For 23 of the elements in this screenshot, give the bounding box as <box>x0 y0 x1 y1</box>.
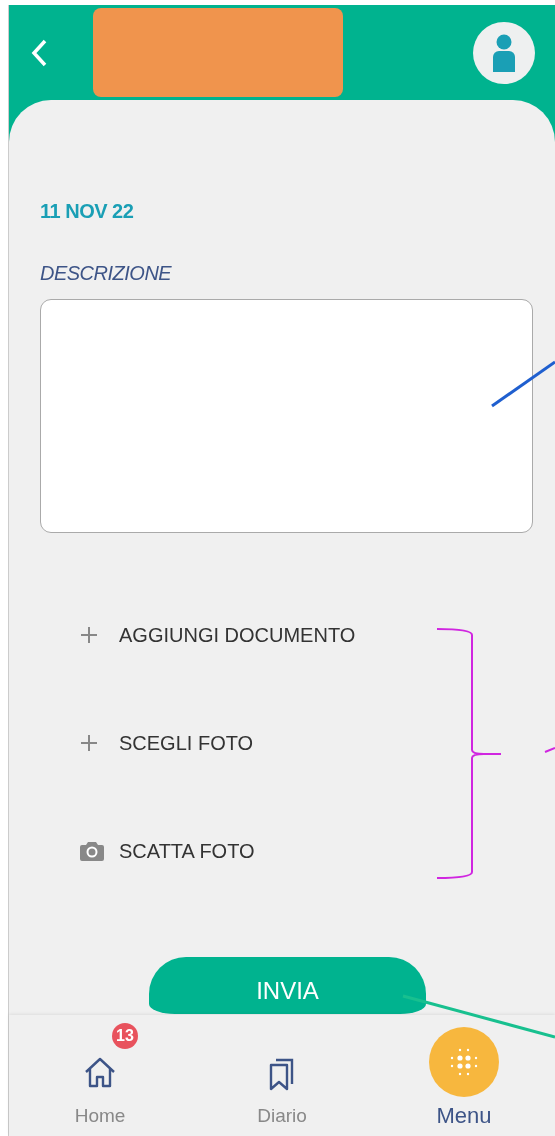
description-field[interactable] <box>40 299 533 533</box>
action-label: SCEGLI FOTO <box>119 731 254 755</box>
plus-icon <box>80 734 98 752</box>
back-button[interactable] <box>31 38 47 67</box>
action-item[interactable]: SCATTA FOTO <box>80 837 533 865</box>
nav-label: Menu <box>436 1103 492 1129</box>
description-label: DESCRIZIONE <box>40 262 172 285</box>
notification-badge: 13 <box>112 1023 138 1049</box>
back-icon <box>31 38 47 67</box>
nav-label: Home <box>74 1105 126 1127</box>
plus-icon <box>80 626 98 644</box>
annotation-line <box>491 360 555 408</box>
nav-tab[interactable]: Home 13 <box>40 1015 160 1136</box>
action-item[interactable]: SCEGLI FOTO <box>80 729 533 757</box>
camera-icon <box>80 840 104 862</box>
person-icon <box>491 33 517 72</box>
action-item[interactable]: AGGIUNGI DOCUMENTO <box>80 621 533 649</box>
annotation-line <box>544 747 555 753</box>
date-label: 11 NOV 22 <box>40 200 134 223</box>
action-label: SCATTA FOTO <box>119 839 255 863</box>
action-label: AGGIUNGI DOCUMENTO <box>119 623 356 647</box>
nav-tab[interactable]: Menu <box>404 1015 524 1136</box>
nav-label: Diario <box>257 1105 307 1127</box>
